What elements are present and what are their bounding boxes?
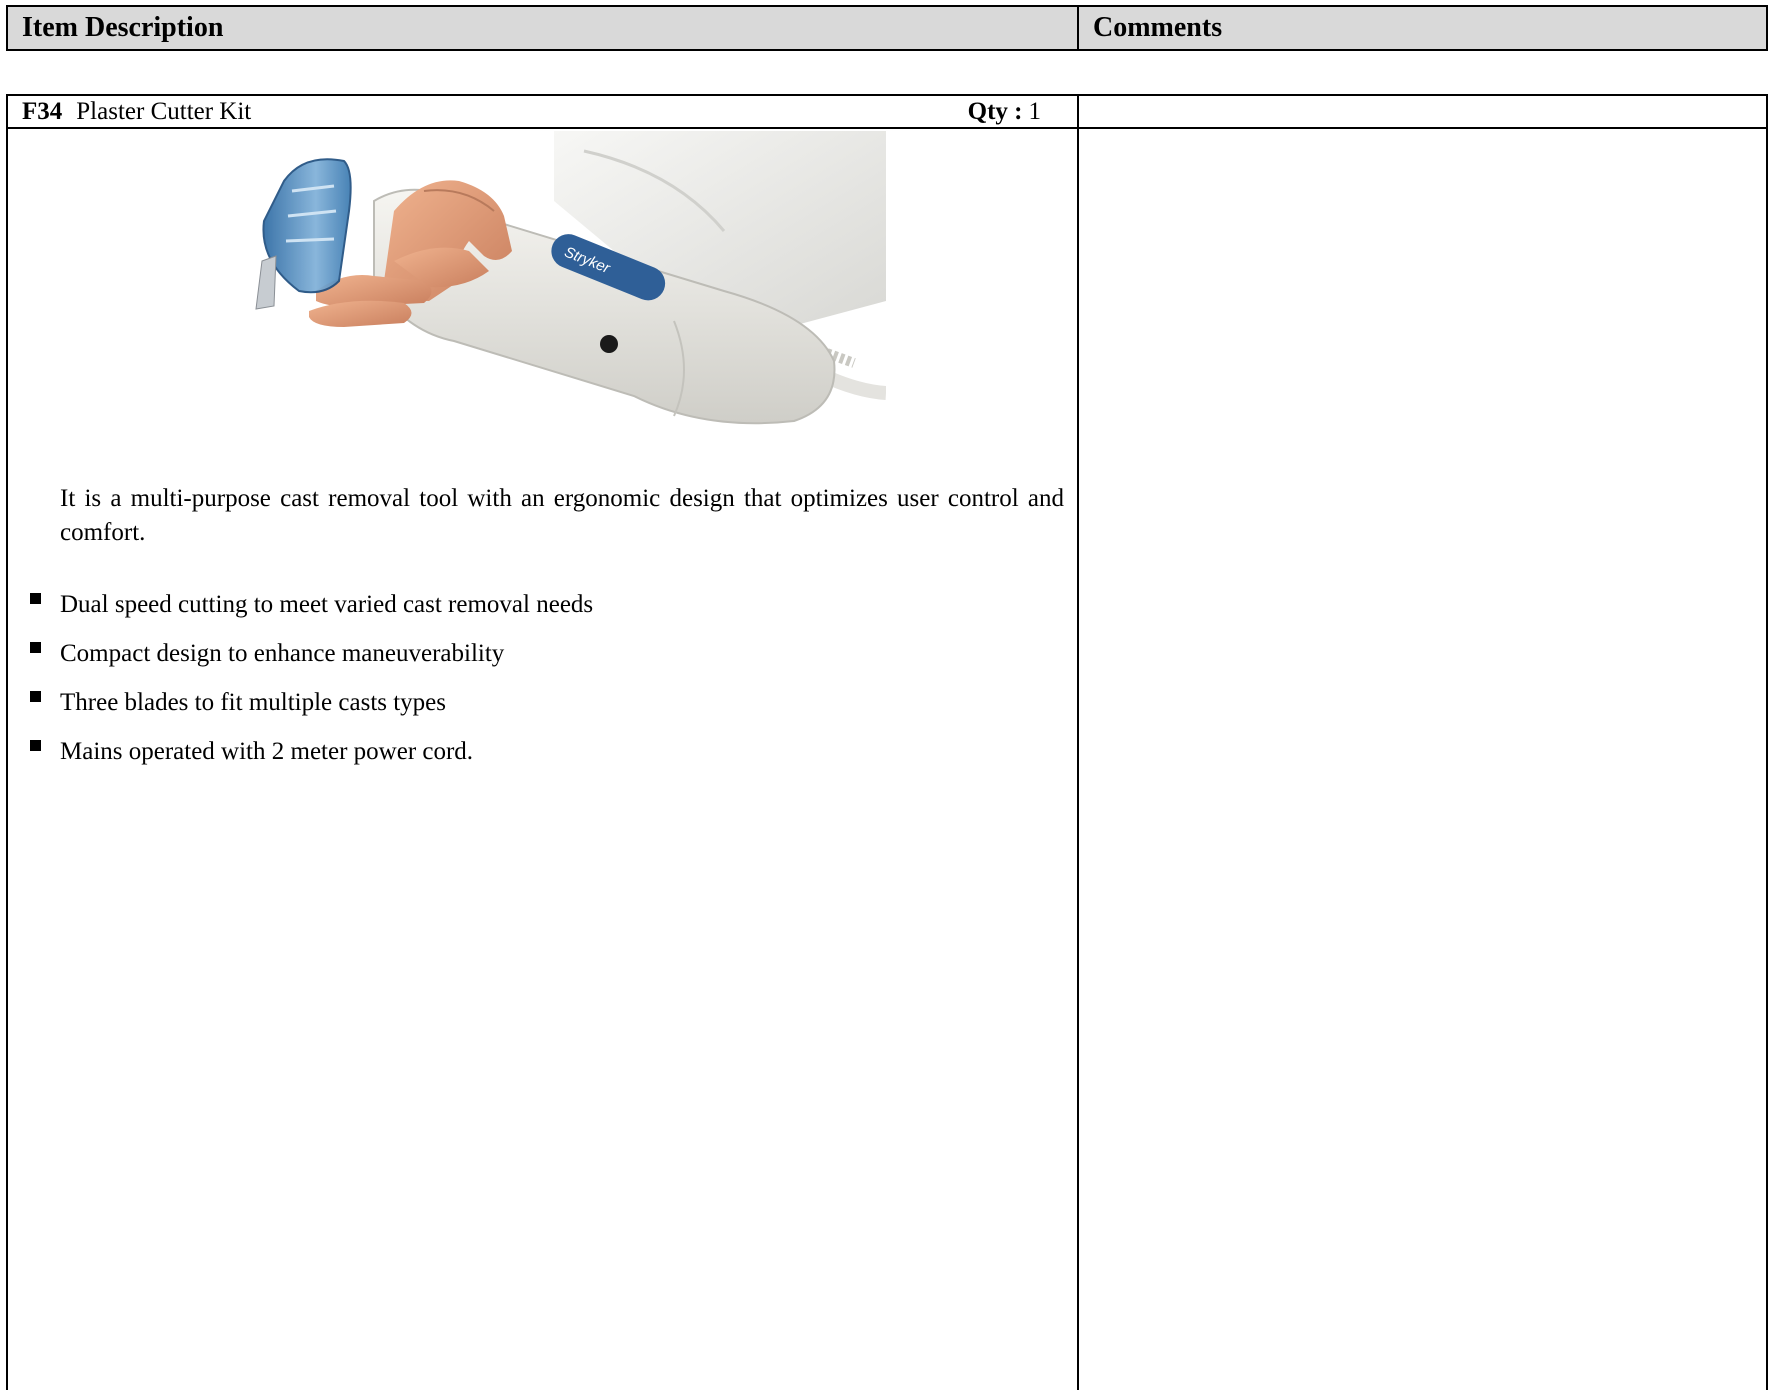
item-description-header: Item Description: [8, 7, 1079, 49]
item-code: F34: [22, 97, 63, 125]
square-bullet-icon: [30, 740, 41, 751]
item-title-cell: F34 Plaster Cutter Kit Qty :1: [8, 96, 1079, 127]
column-header-table: Item Description Comments: [6, 5, 1768, 51]
feature-item: Three blades to fit multiple casts types: [8, 687, 593, 736]
feature-list: Dual speed cutting to meet varied cast r…: [8, 589, 593, 785]
comments-title-cell: [1079, 96, 1766, 127]
comments-header: Comments: [1093, 12, 1223, 43]
square-bullet-icon: [30, 691, 41, 702]
square-bullet-icon: [30, 593, 41, 604]
item-table: F34 Plaster Cutter Kit Qty :1 Stryker It…: [6, 94, 1768, 1390]
feature-text: Compact design to enhance maneuverabilit…: [60, 640, 505, 667]
item-header-row: F34 Plaster Cutter Kit Qty :1: [8, 96, 1766, 129]
feature-item: Dual speed cutting to meet varied cast r…: [8, 589, 593, 638]
square-bullet-icon: [30, 642, 41, 653]
feature-item: Mains operated with 2 meter power cord.: [8, 736, 593, 785]
item-description-text: It is a multi-purpose cast removal tool …: [60, 485, 1064, 546]
item-comments-cell: [1079, 129, 1766, 1390]
plaster-cutter-image: Stryker: [255, 131, 886, 425]
feature-item: Compact design to enhance maneuverabilit…: [8, 638, 593, 687]
feature-text: Dual speed cutting to meet varied cast r…: [60, 591, 594, 618]
feature-text: Three blades to fit multiple casts types: [60, 689, 447, 716]
item-description-cell: Stryker It is a multi-purpose cast remov…: [8, 129, 1079, 1390]
feature-text: Mains operated with 2 meter power cord.: [60, 738, 474, 765]
item-body-row: Stryker It is a multi-purpose cast remov…: [8, 129, 1766, 1390]
quantity: Qty :1: [968, 98, 1041, 126]
quantity-label: Qty :: [967, 97, 1023, 125]
item-name: Plaster Cutter Kit: [76, 97, 252, 125]
quantity-value: 1: [1028, 97, 1042, 125]
